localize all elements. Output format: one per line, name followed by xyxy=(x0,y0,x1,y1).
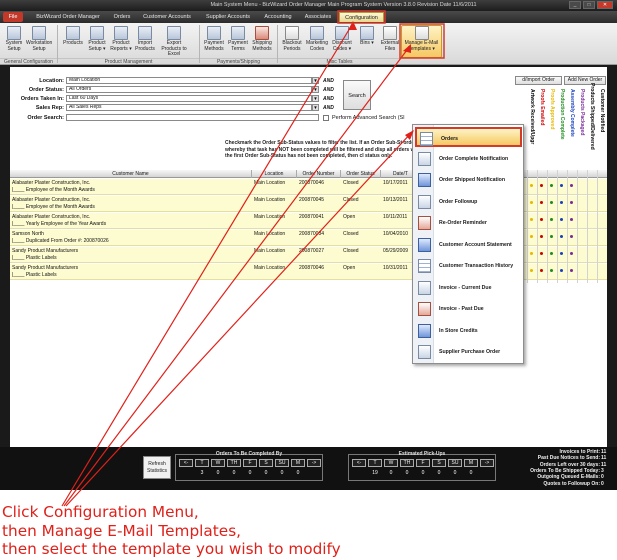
instruction-caption: Click Configuration Menu, then Manage E-… xyxy=(2,503,614,559)
caption-line-1: Click Configuration Menu, xyxy=(2,503,199,521)
caption-line-3: then select the template you wish to mod… xyxy=(2,540,341,558)
arrow-to-orders-template xyxy=(65,131,413,507)
arrow-to-manage-templates xyxy=(63,45,411,507)
arrow-to-configuration xyxy=(61,22,354,507)
caption-line-2: then Manage E-Mail Templates, xyxy=(2,521,242,540)
configuration-highlight xyxy=(337,10,386,24)
arrowhead xyxy=(403,44,411,53)
annotation-arrows xyxy=(61,10,445,507)
manage-templates-highlight xyxy=(399,23,445,59)
